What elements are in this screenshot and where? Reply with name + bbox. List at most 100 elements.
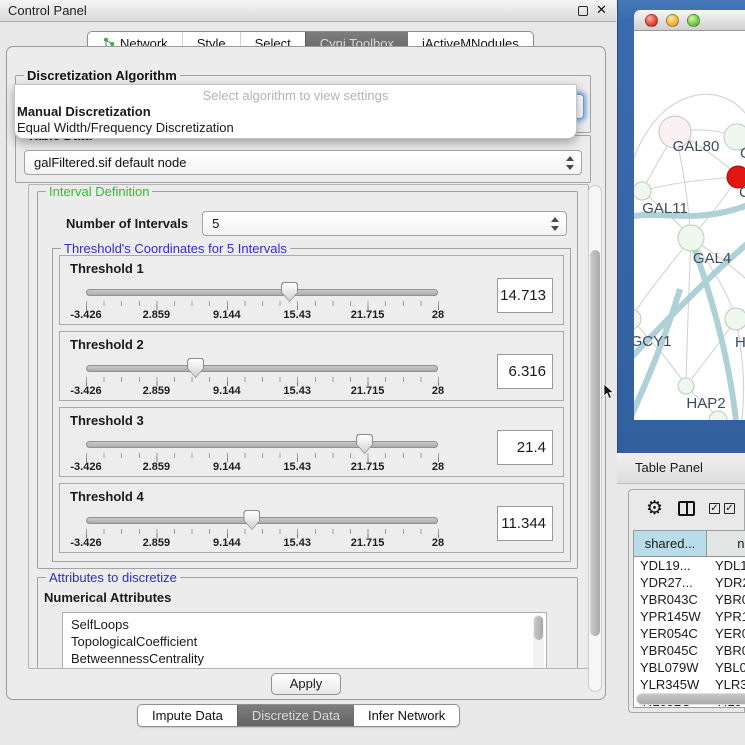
- table-header-row: shared... na: [634, 531, 745, 557]
- close-icon[interactable]: ✕: [596, 2, 607, 18]
- node-bottom[interactable]: [709, 411, 727, 420]
- cell-shared-name[interactable]: YBL079W: [634, 659, 707, 676]
- cell-shared-name[interactable]: YDL19...: [634, 557, 707, 574]
- cell-shared-name[interactable]: YLR345W: [634, 676, 707, 693]
- close-traffic-light[interactable]: [645, 14, 658, 27]
- network-canvas[interactable]: GAL80 G C GAL11 GAL4 GCY1 H HAP2: [634, 31, 745, 420]
- table-row[interactable]: YDR27... YDR2: [634, 574, 745, 591]
- tick-label: 21.715: [351, 385, 385, 397]
- number-of-intervals-combobox[interactable]: 5: [202, 211, 567, 236]
- scrollbar-thumb[interactable]: [534, 616, 543, 640]
- scrollbar-thumb[interactable]: [637, 694, 745, 704]
- number-of-intervals-label: Number of Intervals: [66, 216, 188, 231]
- slider-thumb[interactable]: [356, 434, 373, 454]
- list-item[interactable]: SelfLoops: [71, 616, 546, 633]
- tick-label: 15.43: [283, 385, 311, 397]
- tick-label: 15.43: [283, 309, 311, 321]
- minimize-traffic-light[interactable]: [666, 14, 679, 27]
- apply-button[interactable]: Apply: [271, 673, 341, 695]
- table-row[interactable]: YPR145W YPR1: [634, 608, 745, 625]
- gear-icon[interactable]: ⚙: [646, 497, 663, 519]
- tick-label: 2.859: [143, 385, 171, 397]
- table-panel-title: Table Panel: [635, 460, 703, 475]
- cell-name[interactable]: YBL0: [707, 659, 745, 676]
- cell-shared-name[interactable]: YBR043C: [634, 591, 707, 608]
- tick-label: -3.426: [70, 385, 101, 397]
- table-row[interactable]: YBR043C YBR0: [634, 591, 745, 608]
- node-table: shared... na YDL19... YDL1 YDR27... YDR2…: [633, 530, 745, 708]
- table-panel-titlebar: Table Panel: [617, 453, 745, 484]
- tick-label: -3.426: [70, 537, 101, 549]
- list-item[interactable]: BetweennessCentrality: [71, 650, 546, 667]
- table-row[interactable]: YDL19... YDL1: [634, 557, 745, 574]
- table-horizontal-scrollbar[interactable]: [636, 693, 745, 705]
- threshold-value-field[interactable]: 21.4: [497, 430, 553, 465]
- number-of-intervals-row: Number of Intervals 5: [66, 210, 567, 236]
- slider-thumb[interactable]: [281, 282, 298, 302]
- node-gal4[interactable]: [678, 225, 704, 251]
- group-title: Attributes to discretize: [46, 570, 180, 585]
- cell-name[interactable]: YDL1: [707, 557, 745, 574]
- cell-shared-name[interactable]: YER054C: [634, 625, 707, 642]
- column-header-name[interactable]: na: [707, 531, 745, 556]
- table-row[interactable]: YBR045C YBR0: [634, 642, 745, 659]
- node-gcy1[interactable]: [634, 309, 641, 329]
- table-row[interactable]: YER054C YER0: [634, 625, 745, 642]
- table-row[interactable]: YBL079W YBL0: [634, 659, 745, 676]
- cell-shared-name[interactable]: YPR145W: [634, 608, 707, 625]
- network-graph: GAL80 G C GAL11 GAL4 GCY1 H HAP2: [634, 31, 745, 420]
- cell-shared-name[interactable]: YDR27...: [634, 574, 707, 591]
- cyni-toolbox-panel: Discretization Algorithm Table Data galF…: [6, 46, 606, 700]
- control-panel-titlebar: Control Panel ✕: [0, 0, 616, 22]
- cell-name[interactable]: YLR3: [707, 676, 745, 693]
- tab-discretize-data[interactable]: Discretize Data: [237, 705, 354, 726]
- slider-track[interactable]: [86, 289, 438, 296]
- tick-label: 21.715: [351, 309, 385, 321]
- table-data-group: Table Data galFiltered.sif default node: [15, 135, 591, 183]
- slider-track[interactable]: [86, 517, 438, 524]
- threshold-3-box: Threshold 3 -3.426 2.859 9.144 15.43 21.…: [59, 407, 564, 477]
- zoom-traffic-light[interactable]: [687, 14, 700, 27]
- slider-thumb[interactable]: [187, 358, 204, 378]
- tab-infer-network[interactable]: Infer Network: [354, 705, 459, 726]
- split-columns-icon[interactable]: [678, 501, 695, 516]
- tick-label: 15.43: [283, 461, 311, 473]
- table-row[interactable]: YLR345W YLR3: [634, 676, 745, 693]
- popup-option-manual-discretization[interactable]: Manual Discretization: [17, 104, 151, 119]
- node-label-gal4: GAL4: [693, 250, 731, 267]
- column-header-shared-name[interactable]: shared...: [634, 531, 707, 556]
- panel-scrollbar[interactable]: [588, 185, 602, 692]
- slider-track[interactable]: [86, 441, 438, 448]
- cell-shared-name[interactable]: YBR045C: [634, 642, 707, 659]
- tick-label: 9.144: [213, 309, 241, 321]
- tab-impute-data[interactable]: Impute Data: [138, 705, 237, 726]
- node-gal11[interactable]: [634, 182, 651, 200]
- slider-track[interactable]: [86, 365, 438, 372]
- float-window-icon[interactable]: [578, 6, 588, 16]
- threshold-value-field[interactable]: 14.713: [497, 278, 553, 313]
- cell-name[interactable]: YBR0: [707, 642, 745, 659]
- node-right[interactable]: [725, 308, 745, 330]
- popup-hint: Select algorithm to view settings: [15, 88, 576, 103]
- tick-label: -3.426: [70, 309, 101, 321]
- slider-thumb[interactable]: [243, 510, 260, 530]
- attributes-list: SelfLoops TopologicalCoefficient Between…: [62, 612, 547, 669]
- checkbox-icon[interactable]: ✓: [709, 503, 720, 514]
- cell-name[interactable]: YBR0: [707, 591, 745, 608]
- tick-label: -3.426: [70, 461, 101, 473]
- cell-name[interactable]: YER0: [707, 625, 745, 642]
- checkbox-icon[interactable]: ✓: [724, 503, 735, 514]
- list-item[interactable]: TopologicalCoefficient: [71, 633, 546, 650]
- threshold-value-field[interactable]: 6.316: [497, 354, 553, 389]
- table-data-combobox[interactable]: galFiltered.sif default node: [24, 150, 582, 175]
- scrollbar-thumb[interactable]: [590, 250, 600, 636]
- tick-label: 9.144: [213, 385, 241, 397]
- node-label-gal80: GAL80: [673, 138, 720, 155]
- list-scrollbar[interactable]: [533, 615, 544, 669]
- spinner-arrows-icon: [565, 155, 574, 171]
- threshold-value-field[interactable]: 11.344: [497, 506, 553, 541]
- node-hap2[interactable]: [678, 378, 694, 394]
- popup-option-equal-width-frequency[interactable]: Equal Width/Frequency Discretization: [17, 120, 234, 135]
- cell-name[interactable]: YPR1: [707, 608, 745, 625]
- cell-name[interactable]: YDR2: [707, 574, 745, 591]
